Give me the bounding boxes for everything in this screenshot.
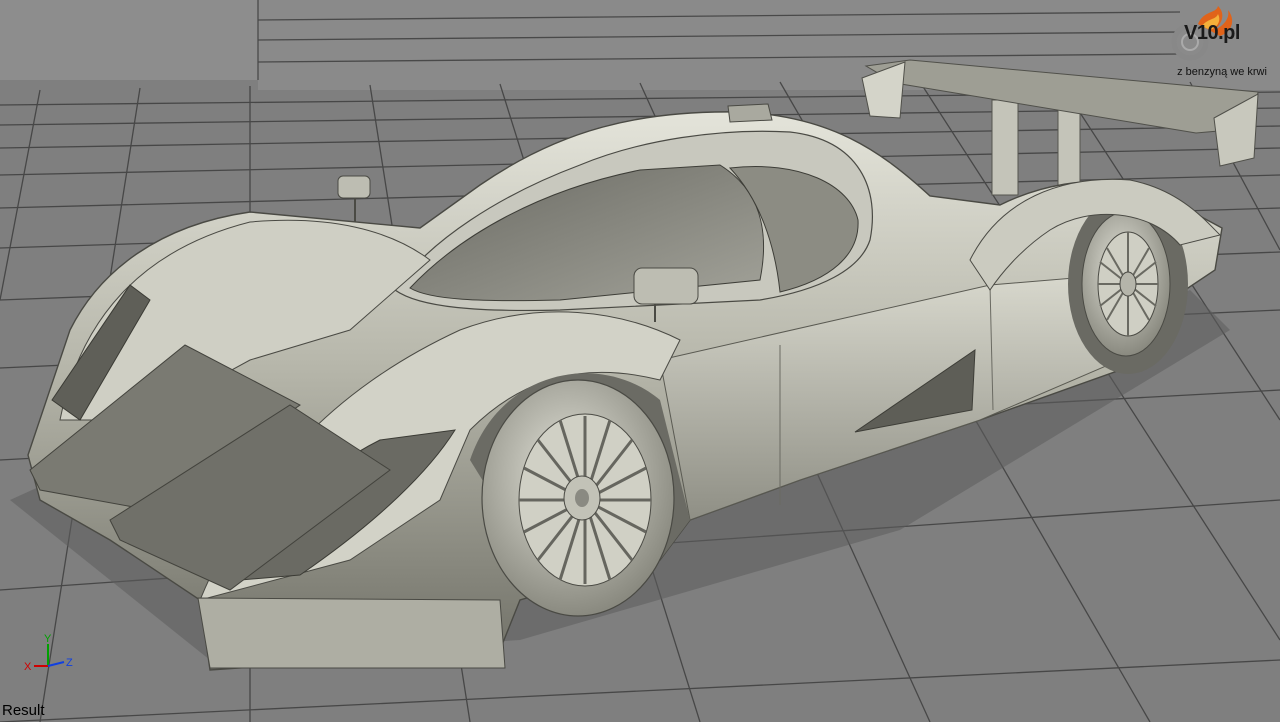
logo-text: V10.pl <box>1184 22 1240 44</box>
logo-tagline: z benzyną we krwi <box>1177 66 1267 78</box>
render-viewport[interactable]: V10.pl z benzyną we krwi Y X Z Result <box>0 0 1280 722</box>
render-scene <box>0 0 1280 722</box>
horizon-band <box>258 0 1280 90</box>
z-axis-line <box>47 661 65 667</box>
axis-triad: Y X Z <box>24 633 73 673</box>
axis-label-y: Y <box>44 633 52 645</box>
viewport-label: Result <box>2 702 45 719</box>
front-lip <box>197 597 506 669</box>
grid-backdrop <box>0 0 258 80</box>
axis-label-x: X <box>24 661 32 673</box>
v10-logo: V10.pl z benzyną we krwi <box>1170 4 1274 88</box>
axis-label-z: Z <box>66 657 73 669</box>
roof-scoop <box>727 103 773 123</box>
